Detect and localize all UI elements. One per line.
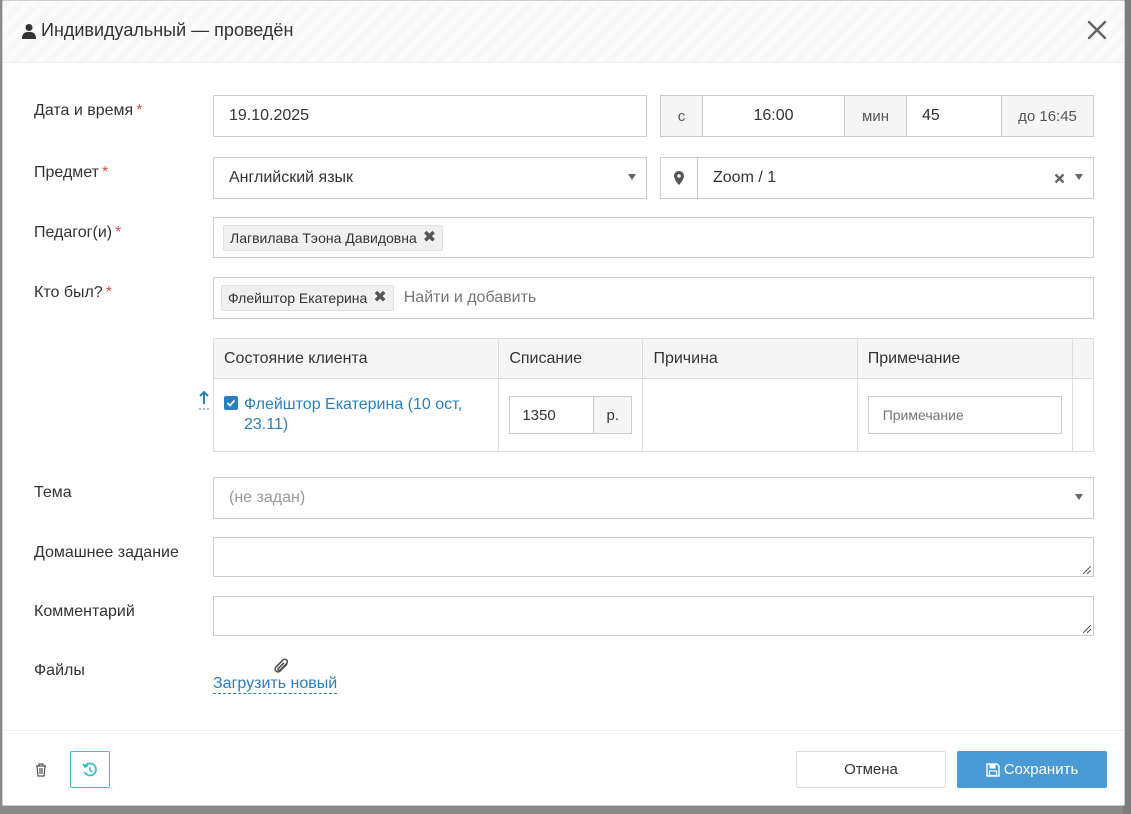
table-header-row: Состояние клиента Списание Причина Приме…: [212, 338, 1095, 379]
currency-addon: р.: [594, 396, 633, 434]
resize-grip-icon[interactable]: [1083, 625, 1091, 633]
comment-label: Комментарий: [34, 603, 135, 620]
attendees-input[interactable]: Флейштор Екатерина ✖: [213, 277, 1094, 319]
chevron-down-icon: [1075, 494, 1083, 500]
header-client-state: Состояние клиента: [212, 338, 500, 379]
header-note: Примечание: [856, 338, 1073, 379]
charge-cell: 1350 р.: [498, 378, 644, 452]
teachers-input[interactable]: Лагвилава Тэона Давидовна ✖: [213, 217, 1094, 258]
chevron-down-icon: [628, 174, 636, 180]
date-input[interactable]: 19.10.2025: [213, 95, 647, 137]
teachers-label: Педагог(и) *: [34, 224, 122, 241]
chevron-down-icon: [1075, 174, 1083, 180]
check-icon: [226, 399, 236, 407]
modal-footer: Отмена Сохранить: [3, 730, 1124, 807]
user-icon: [22, 23, 36, 39]
charge-input[interactable]: 1350: [509, 396, 595, 434]
from-addon: с: [660, 95, 703, 137]
table-row: Флейштор Екатерина (10 ост, 23.11) 1350 …: [212, 378, 1095, 452]
attendance-checkbox[interactable]: [224, 396, 238, 410]
note-input[interactable]: [867, 396, 1062, 434]
location-addon: [660, 157, 698, 199]
header-charge: Списание: [498, 338, 644, 379]
save-button-label: Сохранить: [1003, 761, 1079, 778]
client-state-cell: Флейштор Екатерина (10 ост, 23.11): [212, 378, 500, 452]
upload-file-link[interactable]: Загрузить новый: [213, 675, 338, 694]
attendee-search-input[interactable]: [401, 288, 802, 308]
datetime-label: Дата и время *: [34, 102, 143, 119]
subject-select[interactable]: Английский язык: [213, 157, 647, 199]
attendee-tag: Флейштор Екатерина ✖: [221, 285, 394, 311]
topic-label: Тема: [34, 484, 72, 501]
start-time-input[interactable]: 16:00: [702, 95, 845, 137]
extra-cell: [1071, 378, 1095, 452]
end-time-addon: до 16:45: [1001, 95, 1094, 137]
subject-value: Английский язык: [229, 169, 354, 186]
attendees-label: Кто был? *: [34, 284, 112, 301]
modal-header: Индивидуальный — проведён: [3, 1, 1124, 63]
floppy-disk-icon: [986, 762, 1000, 777]
location-value: Zoom / 1: [713, 169, 777, 186]
clients-table: Состояние клиента Списание Причина Приме…: [212, 338, 1095, 452]
header-reason: Причина: [642, 338, 858, 379]
homework-textarea[interactable]: [213, 537, 1094, 577]
client-link[interactable]: Флейштор Екатерина (10 ост, 23.11): [244, 395, 488, 435]
close-icon[interactable]: [1086, 19, 1108, 41]
history-button[interactable]: [70, 751, 110, 788]
files-label: Файлы: [34, 662, 85, 679]
teacher-tag: Лагвилава Тэона Давидовна ✖: [223, 224, 444, 251]
reason-cell: [642, 378, 858, 452]
sort-arrow-icon[interactable]: [198, 391, 210, 411]
paperclip-icon: [274, 658, 289, 673]
save-button[interactable]: Сохранить: [957, 751, 1107, 788]
charge-value: 1350: [522, 406, 556, 424]
lesson-modal: Индивидуальный — проведён Дата и время * …: [2, 0, 1125, 806]
map-marker-icon: [674, 171, 684, 185]
trash-icon[interactable]: [35, 763, 47, 777]
remove-tag-icon[interactable]: ✖: [423, 229, 436, 246]
homework-label: Домашнее задание: [34, 544, 179, 561]
topic-select[interactable]: (не задан): [213, 477, 1094, 519]
duration-input[interactable]: 45: [906, 95, 1002, 137]
comment-textarea[interactable]: [213, 596, 1094, 636]
remove-tag-icon[interactable]: ✖: [373, 290, 386, 306]
modal-title-text: Индивидуальный — проведён: [41, 20, 294, 40]
date-value: 19.10.2025: [229, 107, 310, 124]
start-time-value: 16:00: [753, 107, 794, 124]
modal-title: Индивидуальный — проведён: [21, 20, 293, 41]
teacher-tag-label: Лагвилава Тэона Давидовна: [230, 229, 417, 246]
minutes-addon: мин: [844, 95, 907, 137]
location-select[interactable]: Zoom / 1: [697, 157, 1094, 199]
clear-icon[interactable]: [1054, 173, 1065, 184]
history-icon: [82, 762, 97, 776]
cancel-button-label: Отмена: [844, 761, 898, 778]
note-cell: [856, 378, 1073, 452]
topic-placeholder: (не задан): [229, 489, 306, 506]
header-extra: [1071, 338, 1095, 379]
subject-label: Предмет *: [34, 164, 109, 181]
duration-value: 45: [922, 107, 940, 124]
attendee-tag-label: Флейштор Екатерина: [228, 290, 368, 306]
cancel-button[interactable]: Отмена: [796, 751, 946, 788]
resize-grip-icon[interactable]: [1083, 566, 1091, 574]
